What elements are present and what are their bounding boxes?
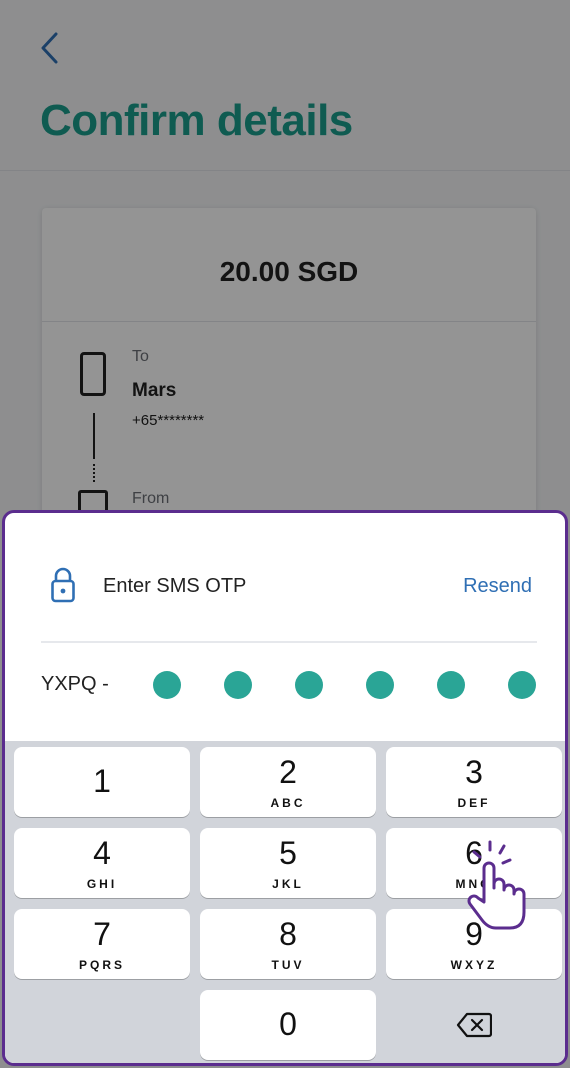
key-letters: PQRS bbox=[78, 958, 125, 972]
key-digit: 8 bbox=[279, 916, 297, 952]
key-0[interactable]: 0 bbox=[200, 990, 376, 1060]
key-digit: 1 bbox=[93, 763, 111, 799]
key-digit: 3 bbox=[465, 754, 483, 790]
key-letters: GHI bbox=[86, 877, 118, 891]
key-digit: 5 bbox=[279, 835, 297, 871]
otp-digit-dot bbox=[153, 671, 181, 699]
key-letters: DEF bbox=[457, 796, 491, 810]
key-digit: 4 bbox=[93, 835, 111, 871]
tap-hand-icon bbox=[467, 840, 526, 930]
key-3[interactable]: 3 DEF bbox=[386, 747, 562, 817]
otp-sheet: Enter SMS OTP Resend YXPQ - 1 2 ABC 3 DE… bbox=[2, 510, 568, 1066]
otp-digit-dot bbox=[295, 671, 323, 699]
key-letters: TUV bbox=[271, 958, 305, 972]
key-letters: WXYZ bbox=[450, 958, 498, 972]
key-4[interactable]: 4 GHI bbox=[14, 828, 190, 898]
key-5[interactable]: 5 JKL bbox=[200, 828, 376, 898]
key-letters: JKL bbox=[272, 877, 304, 891]
key-1[interactable]: 1 bbox=[14, 747, 190, 817]
key-digit: 2 bbox=[279, 754, 297, 790]
backspace-key[interactable] bbox=[386, 990, 562, 1060]
otp-digit-dot bbox=[437, 671, 465, 699]
key-2[interactable]: 2 ABC bbox=[200, 747, 376, 817]
resend-button[interactable]: Resend bbox=[463, 575, 532, 598]
otp-digit-dot bbox=[508, 671, 536, 699]
otp-prefix: YXPQ - bbox=[41, 673, 109, 695]
otp-label: Enter SMS OTP bbox=[103, 575, 247, 597]
backspace-icon bbox=[456, 1012, 492, 1038]
key-digit: 0 bbox=[279, 1006, 297, 1042]
lock-icon bbox=[51, 567, 75, 603]
otp-digit-dot bbox=[224, 671, 252, 699]
key-letters: ABC bbox=[270, 796, 306, 810]
key-7[interactable]: 7 PQRS bbox=[14, 909, 190, 979]
key-digit: 7 bbox=[93, 916, 111, 952]
otp-divider bbox=[41, 641, 537, 643]
otp-digit-dot bbox=[366, 671, 394, 699]
key-8[interactable]: 8 TUV bbox=[200, 909, 376, 979]
